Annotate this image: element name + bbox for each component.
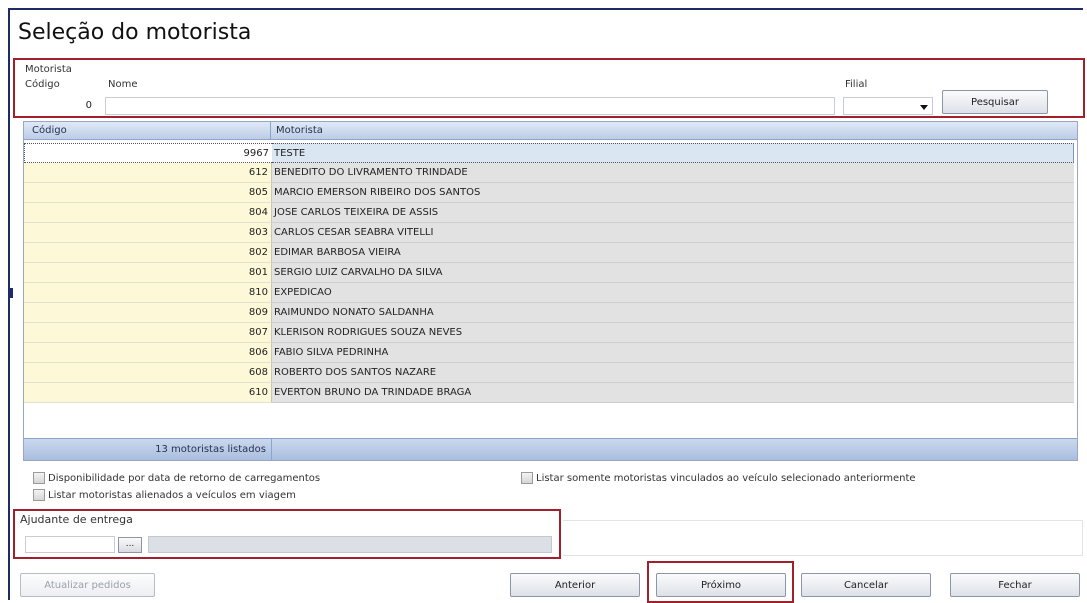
- cell-driver: BENEDITO DO LIVRAMENTO TRINDADE: [272, 163, 1074, 183]
- window-title: Seleção do motorista: [18, 20, 252, 45]
- table-row[interactable]: 608 ROBERTO DOS SANTOS NAZARE: [24, 363, 1074, 383]
- availability-checkbox-label: Disponibilidade por data de retorno de c…: [48, 472, 321, 484]
- code-label: Código: [25, 79, 60, 90]
- cell-code: 804: [24, 203, 272, 223]
- grid-footer: 13 motoristas listados: [24, 438, 1077, 460]
- cell-code: 806: [24, 343, 272, 363]
- cancel-button[interactable]: Cancelar: [801, 573, 931, 597]
- cell-code: 608: [24, 363, 272, 383]
- search-button[interactable]: Pesquisar: [942, 90, 1048, 114]
- cell-driver: ROBERTO DOS SANTOS NAZARE: [272, 363, 1074, 383]
- cell-code: 802: [24, 243, 272, 263]
- allocated-checkbox[interactable]: Listar motoristas alienados a veículos e…: [33, 489, 296, 501]
- table-row[interactable]: 802 EDIMAR BARBOSA VIEIRA: [24, 243, 1074, 263]
- availability-checkbox[interactable]: Disponibilidade por data de retorno de c…: [33, 472, 320, 484]
- table-row[interactable]: 809 RAIMUNDO NONATO SALDANHA: [24, 303, 1074, 323]
- code-field[interactable]: 0: [25, 97, 101, 115]
- cell-code: 9967: [24, 143, 272, 163]
- update-orders-button[interactable]: Atualizar pedidos: [20, 573, 155, 597]
- helper-lookup-button[interactable]: ...: [118, 537, 142, 553]
- column-header-code[interactable]: Código: [32, 125, 67, 136]
- column-divider[interactable]: [270, 122, 271, 140]
- helper-panel-border: [563, 520, 1083, 556]
- cell-driver: KLERISON RODRIGUES SOUZA NEVES: [272, 323, 1074, 343]
- table-row[interactable]: 804 JOSE CARLOS TEIXEIRA DE ASSIS: [24, 203, 1074, 223]
- driver-group-label: Motorista: [25, 64, 72, 75]
- linked-only-checkbox[interactable]: Listar somente motoristas vinculados ao …: [521, 472, 916, 484]
- checkbox-box[interactable]: [33, 489, 45, 501]
- cell-code: 805: [24, 183, 272, 203]
- table-row[interactable]: 805 MARCIO EMERSON RIBEIRO DOS SANTOS: [24, 183, 1074, 203]
- cell-driver: CARLOS CESAR SEABRA VITELLI: [272, 223, 1074, 243]
- cell-code: 810: [24, 283, 272, 303]
- window-edge-marker: [10, 288, 13, 298]
- cell-driver: EXPEDICAO: [272, 283, 1074, 303]
- checkbox-box[interactable]: [33, 472, 45, 484]
- cell-driver: MARCIO EMERSON RIBEIRO DOS SANTOS: [272, 183, 1074, 203]
- cell-code: 801: [24, 263, 272, 283]
- cell-driver: EDIMAR BARBOSA VIEIRA: [272, 243, 1074, 263]
- drivers-grid: Código Motorista 9967 TESTE 612 BENEDITO…: [23, 121, 1078, 461]
- helper-label: Ajudante de entrega: [20, 513, 133, 526]
- cell-code: 610: [24, 383, 272, 403]
- record-count: 13 motoristas listados: [24, 439, 272, 460]
- filial-select[interactable]: [843, 97, 933, 115]
- checkbox-box[interactable]: [521, 472, 533, 484]
- grid-header: Código Motorista: [24, 122, 1077, 140]
- table-row[interactable]: 9967 TESTE: [24, 143, 1074, 163]
- table-row[interactable]: 803 CARLOS CESAR SEABRA VITELLI: [24, 223, 1074, 243]
- name-label: Nome: [108, 79, 138, 90]
- table-row[interactable]: 807 KLERISON RODRIGUES SOUZA NEVES: [24, 323, 1074, 343]
- filial-label: Filial: [845, 79, 868, 90]
- table-row[interactable]: 610 EVERTON BRUNO DA TRINDADE BRAGA: [24, 383, 1074, 403]
- column-header-driver[interactable]: Motorista: [276, 125, 323, 136]
- previous-button[interactable]: Anterior: [510, 573, 640, 597]
- cell-driver: RAIMUNDO NONATO SALDANHA: [272, 303, 1074, 323]
- allocated-checkbox-label: Listar motoristas alienados a veículos e…: [48, 489, 296, 501]
- cell-driver: JOSE CARLOS TEIXEIRA DE ASSIS: [272, 203, 1074, 223]
- name-field[interactable]: [105, 97, 835, 115]
- cell-driver: FABIO SILVA PEDRINHA: [272, 343, 1074, 363]
- chevron-down-icon[interactable]: [920, 105, 928, 110]
- cell-driver: EVERTON BRUNO DA TRINDADE BRAGA: [272, 383, 1074, 403]
- cell-driver: SERGIO LUIZ CARVALHO DA SILVA: [272, 263, 1074, 283]
- table-row[interactable]: 810 EXPEDICAO: [24, 283, 1074, 303]
- cell-code: 803: [24, 223, 272, 243]
- close-button[interactable]: Fechar: [950, 573, 1080, 597]
- table-row[interactable]: 806 FABIO SILVA PEDRINHA: [24, 343, 1074, 363]
- next-button[interactable]: Próximo: [656, 573, 786, 597]
- table-row[interactable]: 612 BENEDITO DO LIVRAMENTO TRINDADE: [24, 163, 1074, 183]
- cell-driver: TESTE: [272, 143, 1074, 163]
- cell-code: 809: [24, 303, 272, 323]
- helper-name-field: [148, 536, 552, 553]
- cell-code: 807: [24, 323, 272, 343]
- helper-code-field[interactable]: [25, 536, 115, 553]
- linked-only-checkbox-label: Listar somente motoristas vinculados ao …: [536, 472, 916, 484]
- table-row[interactable]: 801 SERGIO LUIZ CARVALHO DA SILVA: [24, 263, 1074, 283]
- cell-code: 612: [24, 163, 272, 183]
